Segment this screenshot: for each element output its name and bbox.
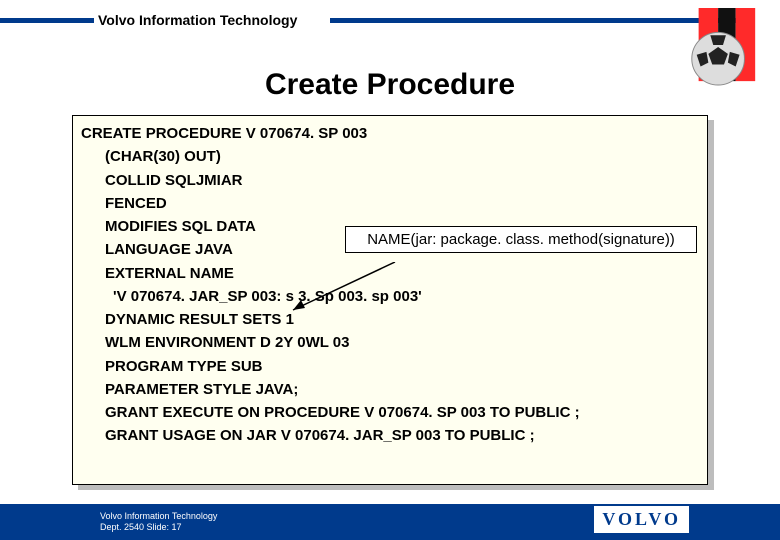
- code-line: COLLID SQLJMIAR: [81, 169, 699, 192]
- footer-line-1: Volvo Information Technology: [100, 511, 217, 522]
- slide-title: Create Procedure: [0, 68, 780, 102]
- code-line: PROGRAM TYPE SUB: [81, 355, 699, 378]
- footer-line-2: Dept. 2540 Slide: 17: [100, 522, 217, 533]
- code-line: GRANT USAGE ON JAR V 070674. JAR_SP 003 …: [81, 424, 699, 447]
- header-rule-left: [0, 18, 94, 23]
- code-line: GRANT EXECUTE ON PROCEDURE V 070674. SP …: [81, 401, 699, 424]
- code-line: (CHAR(30) OUT): [81, 145, 699, 168]
- code-line: PARAMETER STYLE JAVA;: [81, 378, 699, 401]
- code-line: WLM ENVIRONMENT D 2Y 0WL 03: [81, 331, 699, 354]
- header-org-name: Volvo Information Technology: [98, 12, 297, 28]
- volvo-logo: VOLVO: [593, 505, 690, 534]
- soccer-ball-graphic: [688, 8, 758, 86]
- slide-header: Volvo Information Technology: [0, 0, 780, 30]
- callout-arrow: [285, 262, 405, 322]
- code-line: FENCED: [81, 192, 699, 215]
- volvo-logo-text: VOLVO: [602, 509, 681, 529]
- header-rule-right: [330, 18, 740, 23]
- name-format-callout: NAME(jar: package. class. method(signatu…: [345, 226, 697, 253]
- footer-bar: Volvo Information Technology Dept. 2540 …: [0, 504, 780, 540]
- footer-text: Volvo Information Technology Dept. 2540 …: [100, 511, 217, 533]
- code-line: CREATE PROCEDURE V 070674. SP 003: [81, 122, 699, 145]
